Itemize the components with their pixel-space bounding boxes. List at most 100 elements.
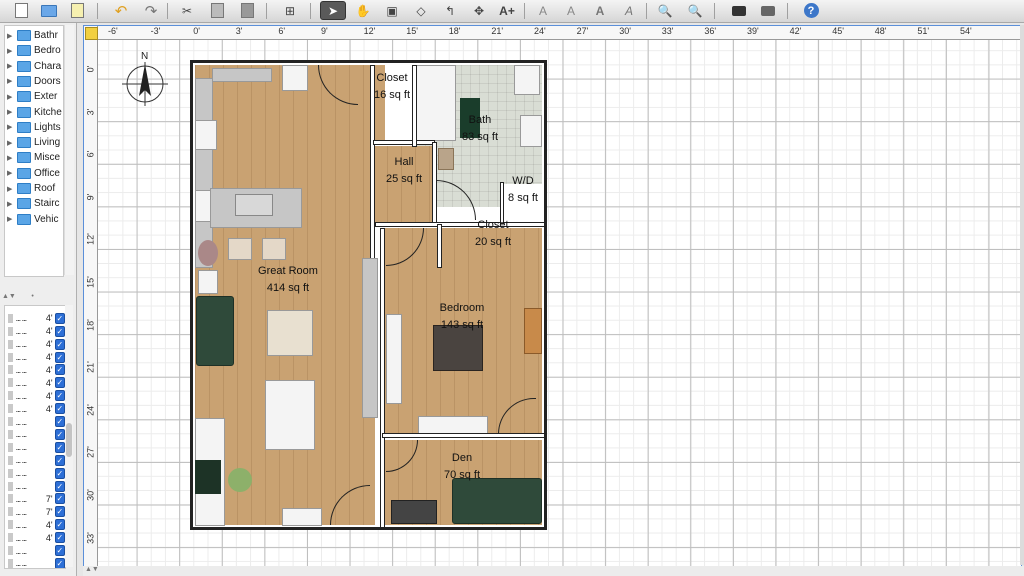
catalog-category[interactable]: ▶ Bedro [5,43,63,58]
compass-icon[interactable]: N [118,50,172,110]
visible-checkbox[interactable]: ✓ [54,441,65,453]
bottom-splitter[interactable]: ▲▼ [83,566,1024,576]
bedroom-bench[interactable] [418,416,488,434]
furniture-row[interactable]: ... ... 4' ✓ [5,531,65,544]
furniture-list-scrollbar[interactable] [65,305,73,567]
visible-checkbox[interactable]: ✓ [54,467,65,479]
furniture-row[interactable]: ... ... 4' ✓ [5,338,65,351]
zoom-out-button[interactable]: 🔍 [682,1,708,20]
bar-stool[interactable] [228,238,252,260]
office-rug[interactable] [195,460,221,494]
copy-button[interactable] [204,1,230,20]
create-walls-button[interactable]: ▣ [379,1,405,20]
office-chair[interactable] [228,468,252,492]
catalog-category[interactable]: ▶ Bathr [5,28,63,43]
expand-arrow-icon[interactable]: ▶ [7,139,15,147]
paste-button[interactable] [234,1,260,20]
den-sofa[interactable] [452,478,542,524]
expand-arrow-icon[interactable]: ▶ [7,32,15,40]
refrigerator[interactable] [195,120,217,150]
visible-checkbox[interactable]: ✓ [54,428,65,440]
panel-splitter[interactable]: ▲▼ • [0,293,76,301]
furniture-row[interactable]: ... ... 4' ✓ [5,389,65,402]
scrollbar-thumb[interactable] [66,423,72,457]
catalog-category[interactable]: ▶ Stairc [5,196,63,211]
expand-arrow-icon[interactable]: ▶ [7,154,15,162]
expand-arrow-icon[interactable]: ▶ [7,200,15,208]
expand-arrow-icon[interactable]: ▶ [7,77,15,85]
expand-arrow-icon[interactable]: ▶ [7,123,15,131]
expand-arrow-icon[interactable]: ▶ [7,169,15,177]
room-divider-shelf[interactable] [362,258,378,418]
room-label-great-room[interactable]: Great Room 414 sq ft [248,263,328,297]
room-label-hall[interactable]: Hall 25 sq ft [378,154,430,188]
visible-checkbox[interactable]: ✓ [54,403,65,415]
expand-arrow-icon[interactable]: ▶ [7,215,15,223]
visible-checkbox[interactable]: ✓ [54,351,65,363]
interior-wall[interactable] [373,140,435,145]
catalog-scrollbar[interactable] [64,25,74,275]
save-button[interactable] [64,1,90,20]
dining-table[interactable] [265,380,315,450]
furniture-row[interactable]: ... ... 7' ✓ [5,493,65,506]
expand-arrow-icon[interactable]: ▶ [7,62,15,70]
visible-checkbox[interactable]: ✓ [54,519,65,531]
interior-wall[interactable] [437,224,442,268]
furniture-row[interactable]: ... ... 4' ✓ [5,402,65,415]
catalog-category[interactable]: ▶ Misce [5,150,63,165]
visible-checkbox[interactable]: ✓ [54,312,65,324]
furniture-row[interactable]: ... ... ✓ [5,480,65,493]
kitchen-sink[interactable] [235,194,273,216]
den-desk[interactable] [391,500,437,524]
room-label-closet1[interactable]: Closet 16 sq ft [368,70,416,104]
create-video-button[interactable] [755,1,781,20]
create-photo-button[interactable] [726,1,752,20]
new-home-button[interactable] [8,1,34,20]
open-button[interactable] [36,1,62,20]
visible-checkbox[interactable]: ✓ [54,454,65,466]
visible-checkbox[interactable]: ✓ [54,532,65,544]
catalog-category[interactable]: ▶ Kitche [5,105,63,120]
dresser[interactable] [524,308,542,354]
side-table[interactable] [198,270,218,294]
create-dimensions-button[interactable]: ✥ [466,1,492,20]
furniture-row[interactable]: ... ... ✓ [5,441,65,454]
zoom-in-button[interactable]: 🔍 [652,1,678,20]
expand-arrow-icon[interactable]: ▶ [7,108,15,116]
furniture-row[interactable]: ... ... 4' ✓ [5,377,65,390]
furniture-row[interactable]: ... ... ✓ [5,544,65,557]
catalog-category[interactable]: ▶ Chara [5,59,63,74]
visible-checkbox[interactable]: ✓ [54,390,65,402]
hall-cabinet[interactable] [438,148,454,170]
great-room-sofa[interactable] [196,296,234,366]
room-label-bath[interactable]: Bath 83 sq ft [450,112,510,146]
text-bold-button[interactable]: A [587,1,613,20]
catalog-category[interactable]: ▶ Roof [5,181,63,196]
expand-arrow-icon[interactable]: ▶ [7,93,15,101]
room-label-wd[interactable]: W/D 8 sq ft [500,173,546,207]
catalog-category[interactable]: ▶ Lights [5,120,63,135]
ottoman[interactable] [267,310,313,356]
furniture-row[interactable]: ... ... 4' ✓ [5,325,65,338]
visible-checkbox[interactable]: ✓ [54,493,65,505]
room-label-den[interactable]: Den 70 sq ft [434,450,490,484]
create-rooms-button[interactable]: ◇ [408,1,434,20]
furniture-row[interactable]: ... ... ✓ [5,415,65,428]
furniture-row[interactable]: ... ... ✓ [5,557,65,568]
catalog-category[interactable]: ▶ Exter [5,89,63,104]
text-style-2-button[interactable]: A [558,1,584,20]
visible-checkbox[interactable]: ✓ [54,545,65,557]
undo-button[interactable]: ↶ [108,1,134,20]
bath-sink[interactable] [520,115,542,147]
visible-checkbox[interactable]: ✓ [54,325,65,337]
furniture-row[interactable]: ... ... 4' ✓ [5,312,65,325]
text-italic-button[interactable]: A [616,1,642,20]
room-label-bedroom[interactable]: Bedroom 143 sq ft [428,300,496,334]
add-furniture-button[interactable]: ⊞ [277,1,303,20]
furniture-row[interactable]: ... ... ✓ [5,428,65,441]
visible-checkbox[interactable]: ✓ [54,416,65,428]
catalog-category[interactable]: ▶ Doors [5,74,63,89]
text-style-1-button[interactable]: A [530,1,556,20]
furniture-row[interactable]: ... ... ✓ [5,454,65,467]
select-mode-button[interactable]: ➤ [320,1,346,20]
